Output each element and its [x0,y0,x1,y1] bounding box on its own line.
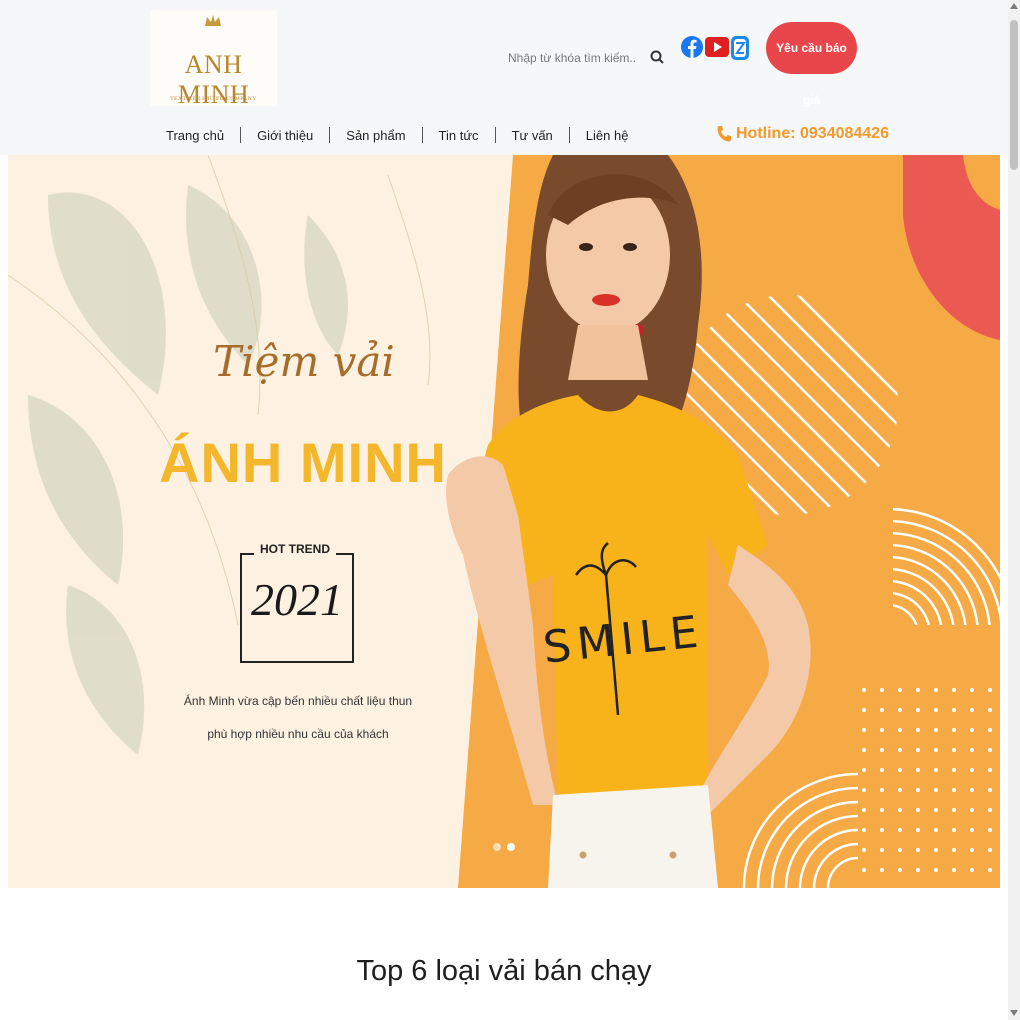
nav-item-about[interactable]: Giới thiệu [257,128,313,143]
nav-item-news[interactable]: Tin tức [439,128,479,143]
phone-icon [717,126,731,142]
banner-description: Ánh Minh vừa cập bến nhiều chất liệu thu… [168,685,428,751]
banner-script-title: Tiệm vải [213,337,395,386]
trend-label: HOT TREND [254,542,336,556]
slider-dot-active[interactable] [507,843,515,851]
nav-divider [329,127,331,143]
nav-divider [494,127,496,143]
nav-item-home[interactable]: Trang chủ [166,128,224,143]
slider-dots [493,843,515,851]
scroll-up-arrow-icon[interactable] [1010,3,1018,9]
nav-item-advice[interactable]: Tư vấn [512,128,553,143]
trend-year: 2021 [251,574,343,625]
zalo-icon[interactable] [729,30,753,64]
nav-item-products[interactable]: Sản phẩm [346,128,405,143]
youtube-icon[interactable] [705,30,729,64]
nav-divider [568,127,570,143]
quote-request-button[interactable]: Yêu cầu báo giá [766,22,857,107]
site-header: ANH MINH TEXTILE LIMITED COMPANY Yêu cầu… [0,0,1008,155]
search-icon[interactable] [648,48,668,68]
banner-desc-line: phù hợp nhiều nhu cầu của khách [207,727,389,741]
facebook-icon[interactable] [680,30,704,64]
nav-divider [240,127,242,143]
hero-banner[interactable]: Tiệm vải ÁNH MINH HOT TREND 2021 Ánh Min… [8,155,1000,888]
hotline[interactable]: Hotline: 0934084426 [716,122,889,146]
crown-icon [205,15,221,26]
logo[interactable]: ANH MINH TEXTILE LIMITED COMPANY [150,10,277,109]
nav-item-contact[interactable]: Liên hệ [586,128,629,143]
scroll-down-arrow-icon[interactable] [1010,1010,1018,1016]
nav-divider [421,127,423,143]
banner-brand: ÁNH MINH [159,431,447,494]
search-input[interactable] [508,44,636,72]
banner-desc-line: Ánh Minh vừa cập bến nhiều chất liệu thu… [183,694,413,708]
scrollbar-thumb[interactable] [1010,20,1018,170]
section-title: Top 6 loại vải bán chạy [356,955,652,987]
main-nav: Trang chủ Giới thiệu Sản phẩm Tin tức Tư… [166,121,628,149]
slider-dot[interactable] [493,843,501,851]
search-box [508,44,668,72]
banner-artwork [8,155,1000,888]
logo-subtitle: TEXTILE LIMITED COMPANY [170,96,257,102]
hotline-text: Hotline: 0934084426 [736,125,889,142]
